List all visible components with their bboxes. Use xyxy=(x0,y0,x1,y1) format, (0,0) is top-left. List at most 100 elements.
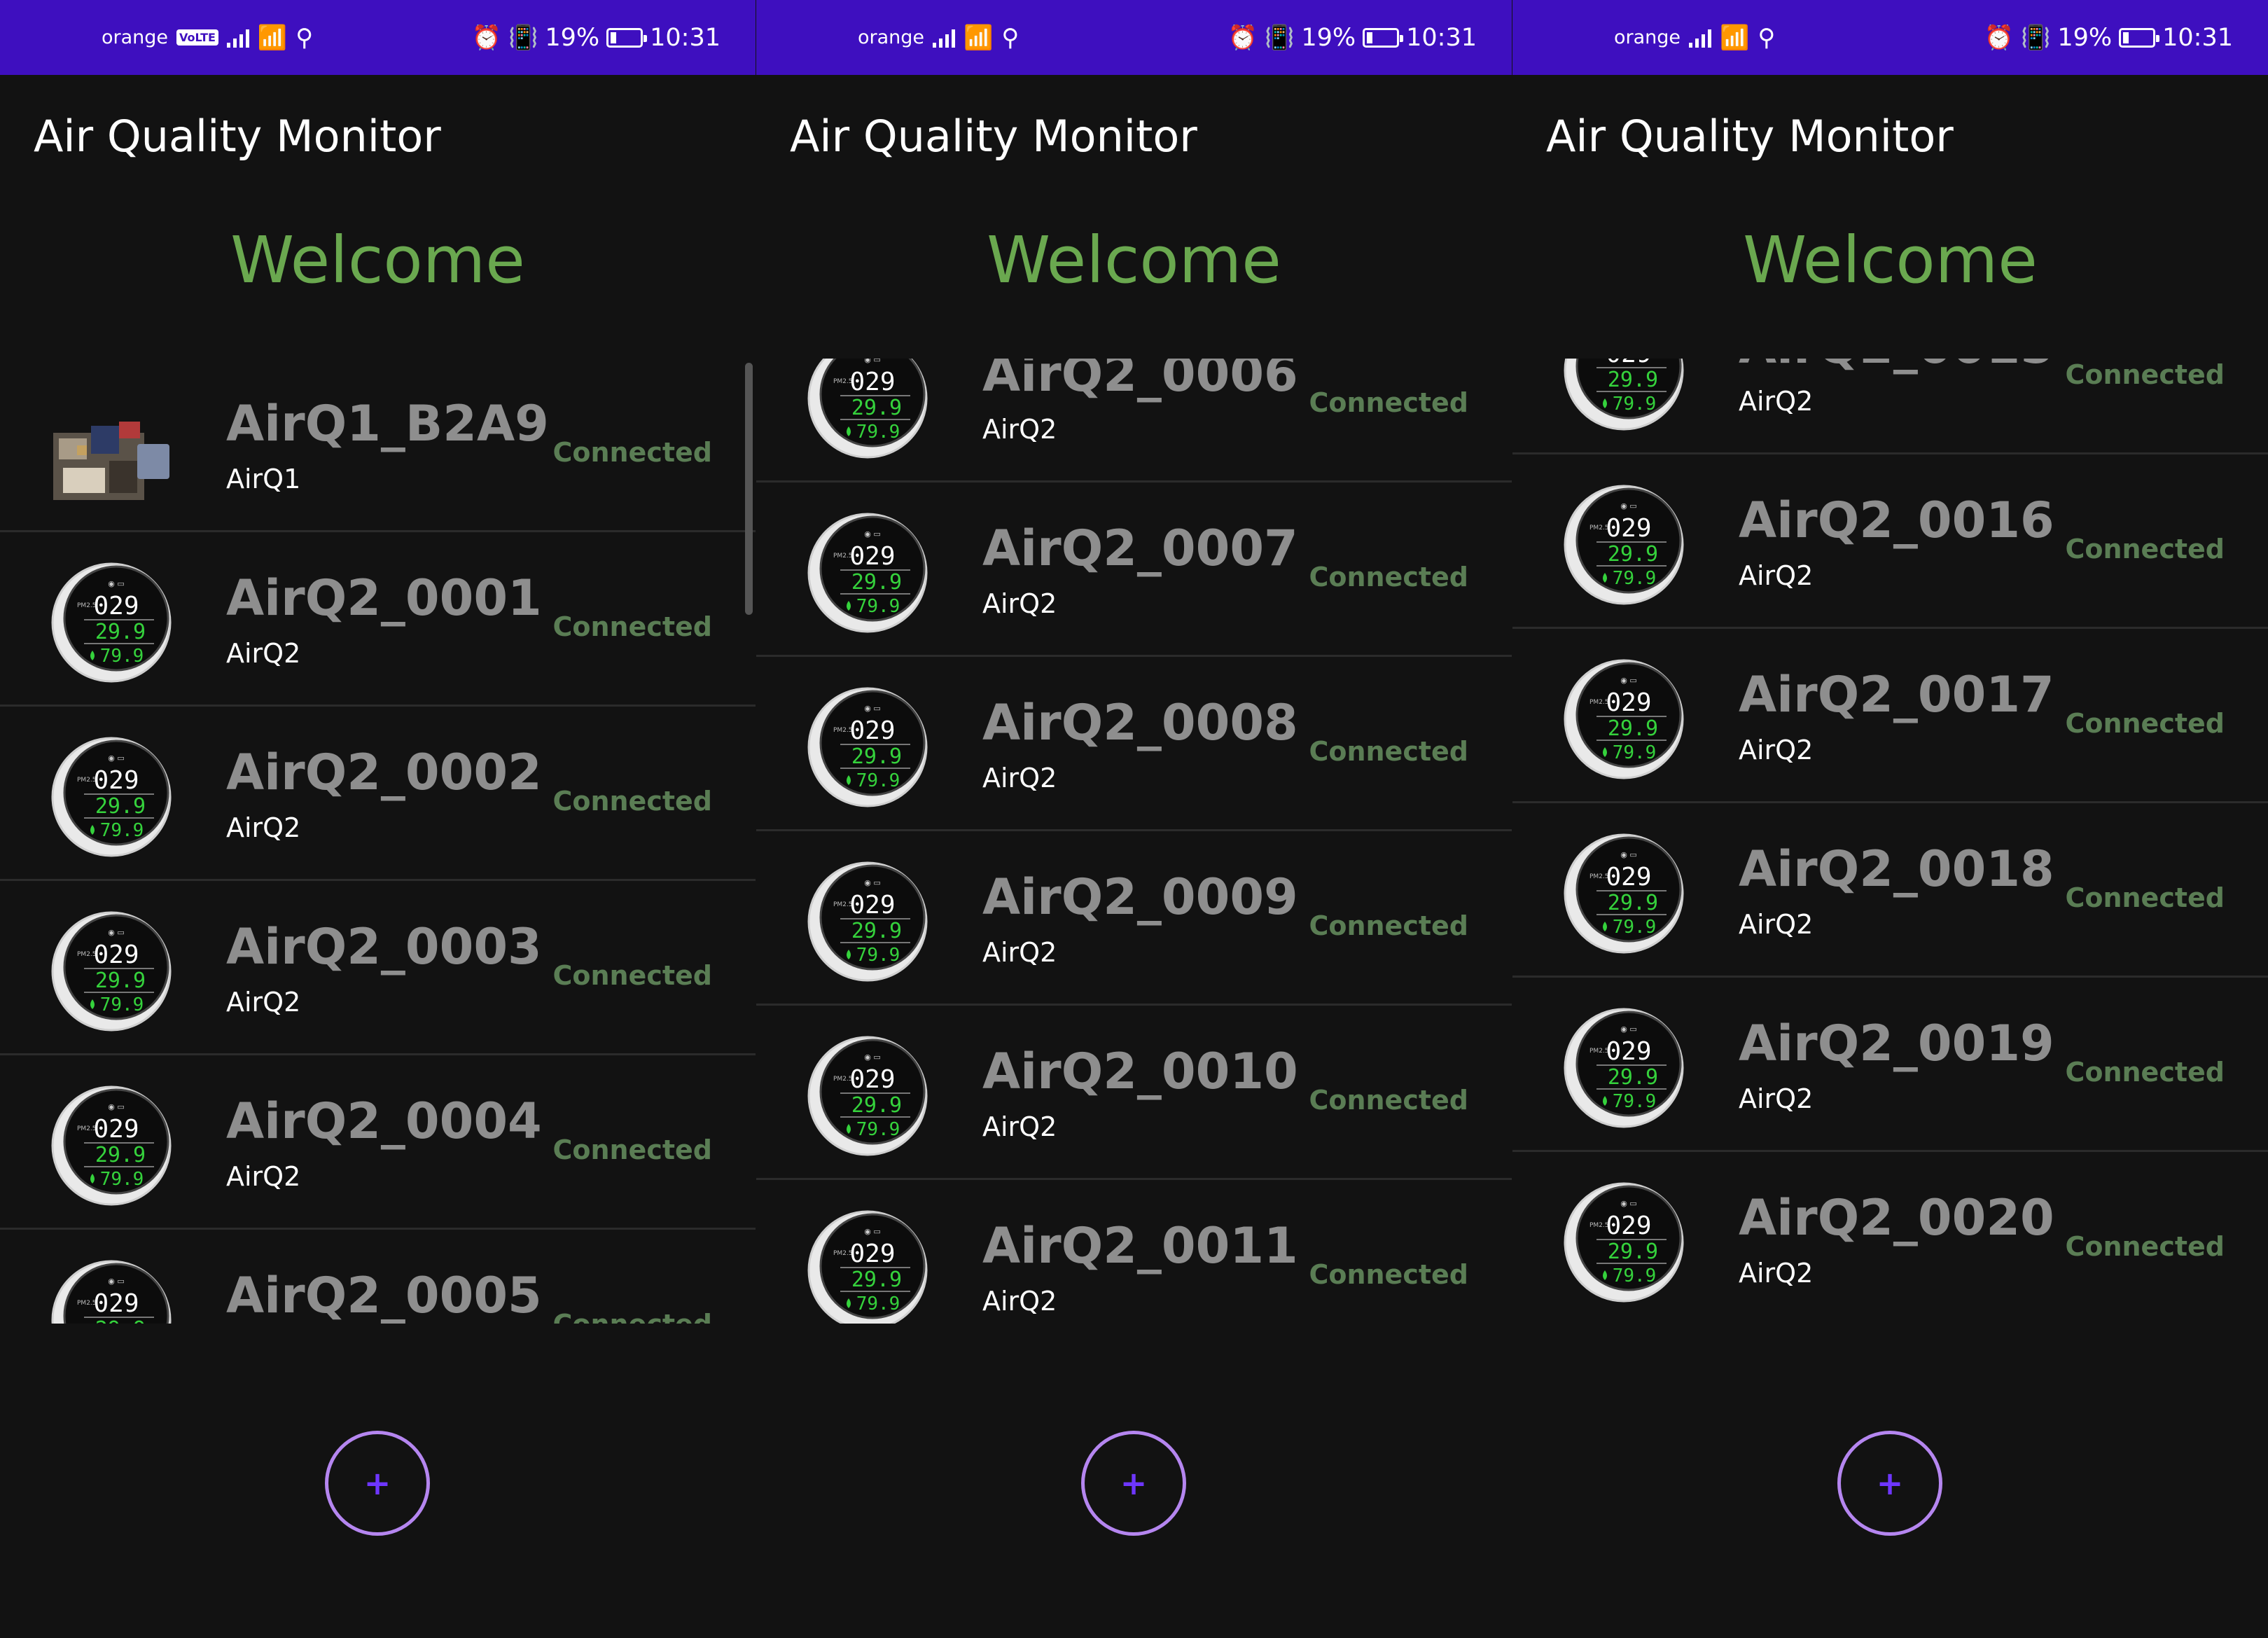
device-type: AirQ2 xyxy=(982,1111,1057,1142)
carrier-label: orange xyxy=(102,27,169,48)
device-type: AirQ2 xyxy=(982,414,1057,445)
device-name: AirQ2_0001 xyxy=(226,569,542,627)
add-device-button[interactable]: + xyxy=(1837,1431,1942,1536)
svg-text:79.9: 79.9 xyxy=(100,646,144,667)
air-monitor-thumbnail: ◉ ▭ PM2.5 029 29.9 79.9 xyxy=(1561,359,1686,431)
device-list[interactable]: AirQ1_B2A9 AirQ1 Connected ◉ ▭ PM2.5 029 2… xyxy=(0,359,756,1324)
vibrate-icon: 📳 xyxy=(2020,23,2051,52)
add-device-button[interactable]: + xyxy=(325,1431,430,1536)
app-title: Air Quality Monitor xyxy=(1546,111,1954,162)
device-row[interactable]: AirQ1_B2A9 AirQ1 Connected xyxy=(0,359,756,532)
air-monitor-thumbnail: ◉ ▭ PM2.5 029 29.9 79.9 xyxy=(805,359,930,459)
device-name: AirQ2_0004 xyxy=(226,1092,542,1150)
app-title: Air Quality Monitor xyxy=(790,111,1197,162)
connection-status: Connected xyxy=(552,1134,712,1165)
device-row[interactable]: ◉ ▭ PM2.5 029 29.9 79.9 AirQ2_0003 AirQ2 C… xyxy=(0,882,756,1055)
battery-percent: 19% xyxy=(2057,23,2113,52)
device-row[interactable]: ◉ ▭ PM2.5 029 29.9 79.9 AirQ2_0020 AirQ2 C… xyxy=(1512,1153,2268,1324)
svg-text:◉ ▭: ◉ ▭ xyxy=(864,704,881,713)
svg-text:79.9: 79.9 xyxy=(856,422,900,443)
device-row[interactable]: ◉ ▭ PM2.5 029 29.9 79.9 AirQ2_0006 AirQ2 C… xyxy=(756,359,1512,483)
device-name: AirQ2_0002 xyxy=(226,744,542,801)
status-right: ⏰ 📳 19% 10:31 xyxy=(1984,0,2233,75)
device-list[interactable]: ◉ ▭ PM2.5 029 29.9 79.9 AirQ2_0006 AirQ2 C… xyxy=(756,359,1512,1324)
svg-text:29.9: 29.9 xyxy=(851,1268,902,1292)
device-type: AirQ2 xyxy=(1739,1258,1814,1289)
device-row[interactable]: ◉ ▭ PM2.5 029 29.9 79.9 AirQ2_0009 AirQ2 C… xyxy=(756,832,1512,1006)
svg-text:029: 029 xyxy=(1606,688,1651,717)
signal-icon xyxy=(933,28,956,48)
air-monitor-thumbnail: ◉ ▭ PM2.5 029 29.9 79.9 xyxy=(805,1032,930,1156)
svg-text:79.9: 79.9 xyxy=(1613,1265,1657,1286)
device-row[interactable]: ◉ ▭ PM2.5 029 29.9 79.9 AirQ2_0017 AirQ2 C… xyxy=(1512,630,2268,803)
connection-status: Connected xyxy=(552,437,712,468)
device-row[interactable]: ◉ ▭ PM2.5 029 29.9 79.9 AirQ2_0002 AirQ2 C… xyxy=(0,707,756,881)
svg-text:029: 029 xyxy=(849,716,895,745)
svg-text:79.9: 79.9 xyxy=(1613,917,1657,938)
svg-text:◉ ▭: ◉ ▭ xyxy=(1620,501,1637,511)
device-row[interactable]: ◉ ▭ PM2.5 029 29.9 79.9 AirQ2_0004 AirQ2 C… xyxy=(0,1056,756,1230)
svg-text:◉ ▭: ◉ ▭ xyxy=(864,359,881,364)
device-row[interactable]: ◉ ▭ PM2.5 029 29.9 79.9 AirQ2_0005AirQ2C… xyxy=(0,1230,756,1324)
device-row[interactable]: ◉ ▭ PM2.5 029 29.9 79.9 AirQ2_0016 AirQ2 C… xyxy=(1512,455,2268,629)
air-monitor-thumbnail: ◉ ▭ PM2.5 029 29.9 79.9 xyxy=(805,683,930,807)
device-name: AirQ2_0009 xyxy=(982,868,1298,926)
wifi-icon: 📶 xyxy=(1720,23,1750,52)
svg-text:◉ ▭: ◉ ▭ xyxy=(108,579,125,588)
device-type: AirQ2 xyxy=(982,1286,1057,1317)
welcome-heading: Welcome xyxy=(230,223,525,298)
device-row[interactable]: ◉ ▭ PM2.5 029 29.9 79.9 AirQ2_0008 AirQ2 C… xyxy=(756,658,1512,831)
device-row[interactable]: ◉ ▭ PM2.5 029 29.9 79.9 AirQ2_0015 AirQ2 C… xyxy=(1512,359,2268,454)
status-bar: orange VoLTE 📶 ⚲ ⏰ 📳 19% 10:31 xyxy=(0,0,756,75)
signal-icon xyxy=(1689,28,1712,48)
vibrate-icon: 📳 xyxy=(1264,23,1295,52)
svg-text:79.9: 79.9 xyxy=(1613,1091,1657,1112)
connection-status: Connected xyxy=(1309,1259,1468,1290)
svg-text:79.9: 79.9 xyxy=(1613,394,1657,415)
add-device-button[interactable]: + xyxy=(1081,1431,1186,1536)
device-row[interactable]: ◉ ▭ PM2.5 029 29.9 79.9 AirQ2_0011 AirQ2 C… xyxy=(756,1181,1512,1324)
connection-status: Connected xyxy=(1309,736,1468,767)
device-type: AirQ2 xyxy=(1739,560,1814,591)
device-name: AirQ2_0015 xyxy=(1739,359,2054,375)
device-name: AirQ1_B2A9 xyxy=(226,395,549,452)
device-type: AirQ2 xyxy=(982,937,1057,968)
svg-text:029: 029 xyxy=(93,941,139,969)
device-type: AirQ2 xyxy=(226,987,301,1018)
list-scrollbar[interactable] xyxy=(745,363,753,615)
connection-status: Connected xyxy=(2065,1231,2225,1262)
device-list[interactable]: ◉ ▭ PM2.5 029 29.9 79.9 AirQ2_0015 AirQ2 C… xyxy=(1512,359,2268,1324)
wifi-icon: 📶 xyxy=(963,23,994,52)
volte-badge: VoLTE xyxy=(176,29,218,46)
device-row[interactable]: ◉ ▭ PM2.5 029 29.9 79.9 AirQ2_0010 AirQ2 C… xyxy=(756,1006,1512,1180)
connection-status: Connected xyxy=(1309,910,1468,941)
air-monitor-thumbnail: ◉ ▭ PM2.5 029 29.9 79.9 xyxy=(49,733,174,857)
clock: 10:31 xyxy=(650,23,721,52)
device-type: AirQ2 xyxy=(982,763,1057,793)
svg-text:◉ ▭: ◉ ▭ xyxy=(108,754,125,763)
device-type: AirQ2 xyxy=(1739,1083,1814,1114)
svg-text:◉ ▭: ◉ ▭ xyxy=(1620,850,1637,859)
device-row[interactable]: ◉ ▭ PM2.5 029 29.9 79.9 AirQ2_0007 AirQ2 C… xyxy=(756,483,1512,657)
device-row[interactable]: ◉ ▭ PM2.5 029 29.9 79.9 AirQ2_0019 AirQ2 C… xyxy=(1512,978,2268,1152)
air-monitor-thumbnail: ◉ ▭ PM2.5 029 29.9 79.9 xyxy=(49,1256,174,1324)
device-type: AirQ2 xyxy=(1739,909,1814,940)
device-name: AirQ2_0020 xyxy=(1739,1189,2054,1247)
svg-text:79.9: 79.9 xyxy=(856,770,900,791)
status-bar: orange 📶 ⚲ ⏰ 📳 19% 10:31 xyxy=(1512,0,2268,75)
device-name: AirQ2_0019 xyxy=(1739,1015,2054,1072)
vibrate-icon: 📳 xyxy=(508,23,538,52)
svg-text:◉ ▭: ◉ ▭ xyxy=(864,878,881,887)
svg-text:29.9: 29.9 xyxy=(851,570,902,595)
device-row[interactable]: ◉ ▭ PM2.5 029 29.9 79.9 AirQ2_0018 AirQ2 C… xyxy=(1512,804,2268,978)
svg-text:029: 029 xyxy=(849,1240,895,1268)
svg-text:029: 029 xyxy=(93,592,139,620)
svg-text:029: 029 xyxy=(849,1065,895,1094)
device-row[interactable]: ◉ ▭ PM2.5 029 29.9 79.9 AirQ2_0001 AirQ2 C… xyxy=(0,533,756,707)
svg-text:029: 029 xyxy=(1606,359,1651,368)
svg-text:29.9: 29.9 xyxy=(1608,542,1658,567)
battery-fill xyxy=(1367,32,1373,43)
air-monitor-thumbnail: ◉ ▭ PM2.5 029 29.9 79.9 xyxy=(805,508,930,633)
status-left: orange 📶 ⚲ xyxy=(858,0,1019,75)
svg-text:29.9: 29.9 xyxy=(95,969,146,993)
